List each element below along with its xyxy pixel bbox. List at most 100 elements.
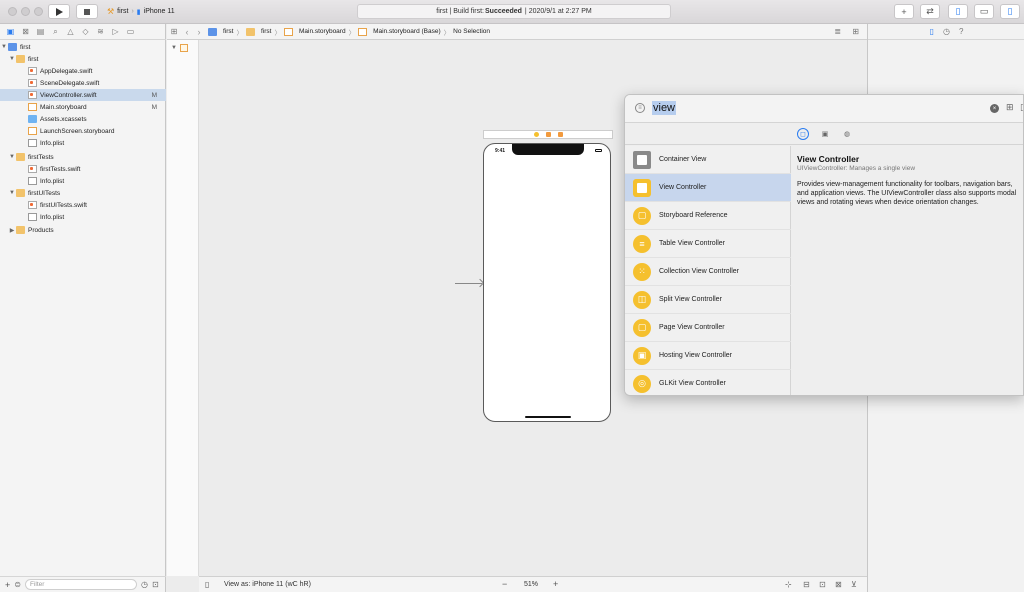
tree-item-file[interactable]: LaunchScreen.storyboard [0,125,166,137]
scheme-device-label[interactable]: iPhone 11 [144,8,175,15]
find-icon[interactable]: ⌕ [50,26,61,37]
forward-button[interactable]: › [193,27,205,37]
symbol-icon[interactable]: ▤ [35,26,46,37]
toggle-navigator-button[interactable]: ▯ [948,4,968,19]
view-controller-scene[interactable]: 9:41 [483,143,611,422]
quick-help-icon[interactable]: ? [959,27,963,36]
zoom-level[interactable]: 51% [524,581,538,588]
exit-dock-icon[interactable] [558,132,563,137]
disclosure-open-icon[interactable]: ▼ [8,190,16,196]
tree-item-group[interactable]: ▼ first [0,53,166,65]
disclosure-open-icon[interactable]: ▼ [8,154,16,160]
disclosure-closed-icon[interactable]: ▶ [8,227,16,234]
color-library-icon[interactable]: ◍ [841,128,853,140]
first-responder-dock-icon[interactable] [546,132,551,137]
library-add-button[interactable]: + [894,4,914,19]
minimize-window-button[interactable] [21,7,30,16]
objects-library-icon[interactable]: ◻ [797,127,809,140]
editor-options-icon[interactable]: ≣ [834,27,841,36]
report-icon[interactable]: ▭ [125,26,136,37]
run-button[interactable] [48,4,70,19]
media-library-icon[interactable]: ▣ [819,128,831,140]
tree-item-group[interactable]: ▶ Products [0,224,166,236]
tree-item-file[interactable]: firstUITests.swift [0,199,166,211]
library-item-split-view-controller[interactable]: ◫ Split View Controller [625,286,791,314]
object-library-popover: ≡ view × ⊞ ▯ ◻ ▣ ◍ Container View View C… [624,94,1024,396]
file-inspector-icon[interactable]: ▯ [930,27,934,36]
toggle-inspector-button[interactable]: ▯ [1000,4,1020,19]
bottom-panel-icon: ▭ [979,6,989,16]
breadcrumb-project[interactable]: first [205,27,236,36]
view-controller-dock-icon[interactable] [534,132,539,137]
update-frames-icon[interactable]: ⊹ [785,580,792,589]
detail-view-icon[interactable]: ▯ [1020,102,1023,113]
back-button[interactable]: ‹ [181,27,193,37]
breadcrumb-selection[interactable]: No Selection [450,28,493,35]
library-item-hosting-view-controller[interactable]: ▣ Hosting View Controller [625,342,791,370]
initial-view-controller-arrow[interactable] [455,283,482,284]
zoom-out-button[interactable]: − [502,579,507,589]
tree-item-file[interactable]: Main.storyboard M [0,101,166,113]
tree-item-file[interactable]: SceneDelegate.swift [0,77,166,89]
breadcrumb-group[interactable]: first [243,27,274,36]
scheme-selector[interactable]: ⚒ first › ▮ iPhone 11 [104,4,192,19]
code-review-button[interactable]: ⇄ [920,4,940,19]
add-constraints-icon[interactable]: ⊡ [819,580,826,589]
scm-filter-icon[interactable]: ⊡ [152,580,159,589]
stop-button[interactable] [76,4,98,19]
disclosure-open-icon[interactable]: ▼ [171,45,177,51]
zoom-window-button[interactable] [34,7,43,16]
resolve-autolayout-icon[interactable]: ⊠ [835,580,842,589]
filter-options-icon[interactable]: ⊜ [14,580,21,589]
library-search-bar: ≡ view × ⊞ ▯ [625,95,1023,123]
embed-in-icon[interactable]: ⊻ [851,580,857,589]
disclosure-open-icon[interactable]: ▼ [0,44,8,50]
related-items-icon[interactable]: ⊞ [167,27,181,36]
align-icon[interactable]: ⊟ [803,580,810,589]
view-as-button[interactable]: View as: iPhone 11 (wC hR) [224,581,311,588]
add-editor-icon[interactable]: ⊞ [852,27,859,36]
tree-item-file[interactable]: Assets.xcassets [0,113,166,125]
close-window-button[interactable] [8,7,17,16]
toggle-outline-icon[interactable]: ▯ [205,580,209,589]
library-item-page-view-controller[interactable]: ▢ Page View Controller [625,314,791,342]
tree-item-group[interactable]: ▼ firstUITests [0,187,166,199]
library-search-input[interactable]: view [652,101,677,115]
test-icon[interactable]: ◇ [80,26,91,37]
library-item-view-controller[interactable]: View Controller [625,174,791,202]
disclosure-open-icon[interactable]: ▼ [8,56,16,62]
toggle-debug-area-button[interactable]: ▭ [974,4,994,19]
tree-item-file[interactable]: Info.plist [0,211,166,223]
scene-icon[interactable] [180,44,188,52]
breadcrumb-base[interactable]: Main.storyboard (Base) [355,27,444,36]
grid-view-icon[interactable]: ⊞ [1006,102,1014,113]
scene-dock[interactable] [483,130,613,139]
issue-icon[interactable]: △ [65,26,76,37]
clear-search-icon[interactable]: × [990,104,999,113]
recent-files-icon[interactable]: ◷ [141,580,148,589]
folder-icon[interactable]: ▣ [5,26,16,37]
zoom-in-button[interactable]: + [553,579,558,589]
tree-item-file-selected[interactable]: ViewController.swift M [0,89,166,101]
navigator-filter-input[interactable]: Filter [24,579,137,590]
library-item-collection-view-controller[interactable]: ⁙ Collection View Controller [625,258,791,286]
page-view-controller-icon: ▢ [633,318,651,337]
add-file-icon[interactable]: + [5,580,10,590]
split-view-controller-icon: ◫ [633,290,651,309]
tree-item-file[interactable]: Info.plist [0,137,166,149]
breadcrumb-file[interactable]: Main.storyboard [281,27,349,36]
debug-icon[interactable]: ≋ [95,26,106,37]
source-control-icon[interactable]: ⊠ [20,26,31,37]
tree-item-file[interactable]: firstTests.swift [0,163,166,175]
tree-item-group[interactable]: ▼ firstTests [0,151,166,163]
library-item-glkit-view-controller[interactable]: ◎ GLKit View Controller [625,370,791,395]
library-item-container-view[interactable]: Container View [625,146,791,174]
library-item-storyboard-reference[interactable]: ▢ Storyboard Reference [625,202,791,230]
history-inspector-icon[interactable]: ◷ [943,27,950,36]
tree-item-file[interactable]: AppDelegate.swift [0,65,166,77]
breakpoint-icon[interactable]: ▷ [110,26,121,37]
tree-item-file[interactable]: Info.plist [0,175,166,187]
library-mode-tabs: ◻ ▣ ◍ [625,123,1023,145]
tree-item-project[interactable]: ▼ first [0,41,166,53]
library-item-table-view-controller[interactable]: ≡ Table View Controller [625,230,791,258]
